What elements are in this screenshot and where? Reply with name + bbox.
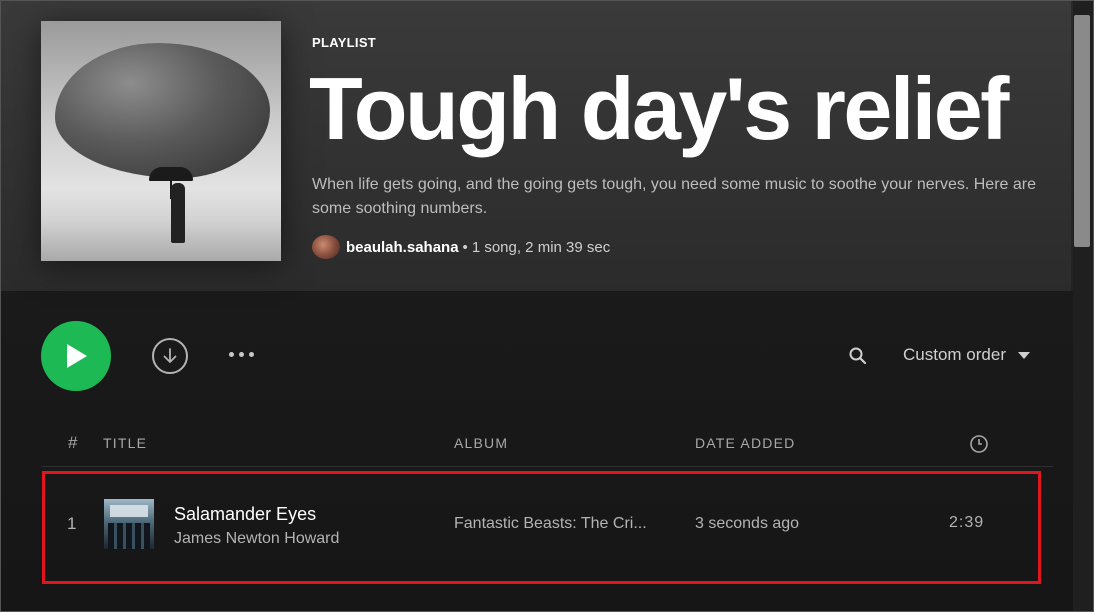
search-icon xyxy=(849,347,867,365)
playlist-page: PLAYLIST Tough day's relief When life ge… xyxy=(0,0,1094,612)
column-header-title[interactable]: TITLE xyxy=(103,435,147,451)
play-icon xyxy=(67,344,87,368)
playlist-stats: 1 song, 2 min 39 sec xyxy=(471,238,611,256)
playlist-title[interactable]: Tough day's relief xyxy=(309,59,1009,159)
owner-avatar[interactable] xyxy=(312,235,340,259)
play-button[interactable] xyxy=(41,321,111,391)
header-divider xyxy=(41,466,1053,467)
more-icon xyxy=(228,351,234,357)
column-header-duration[interactable] xyxy=(969,434,989,454)
playlist-description: When life gets going, and the going gets… xyxy=(312,176,1036,217)
download-button[interactable] xyxy=(152,338,188,374)
track-number: 1 xyxy=(67,514,77,533)
caret-down-icon xyxy=(1017,351,1030,359)
track-artist[interactable]: James Newton Howard xyxy=(174,530,339,548)
track-album[interactable]: Fantastic Beasts: The Cri... xyxy=(454,515,669,533)
playlist-cover-image xyxy=(41,21,281,261)
column-header-album[interactable]: ALBUM xyxy=(454,435,508,451)
track-duration: 2:39 xyxy=(949,514,985,531)
search-in-playlist-button[interactable] xyxy=(847,345,869,367)
scrollbar-thumb[interactable] xyxy=(1074,15,1090,247)
meta-separator: • xyxy=(462,238,468,256)
track-album-art xyxy=(104,499,154,549)
clock-icon xyxy=(970,435,988,453)
owner-name[interactable]: beaulah.sahana xyxy=(346,239,459,256)
column-header-date-added[interactable]: DATE ADDED xyxy=(695,435,795,451)
column-header-index: # xyxy=(68,433,78,452)
track-title[interactable]: Salamander Eyes xyxy=(174,504,316,525)
sort-dropdown[interactable]: Custom order xyxy=(903,345,1030,365)
more-options-button[interactable] xyxy=(223,341,259,367)
playlist-meta: beaulah.sahana • 1 song, 2 min 39 sec xyxy=(312,235,610,259)
playlist-header: PLAYLIST Tough day's relief When life ge… xyxy=(1,1,1071,291)
track-date-added: 3 seconds ago xyxy=(695,515,800,532)
sort-label: Custom order xyxy=(903,345,1006,364)
download-icon xyxy=(163,348,177,363)
playlist-type-label: PLAYLIST xyxy=(312,35,377,50)
